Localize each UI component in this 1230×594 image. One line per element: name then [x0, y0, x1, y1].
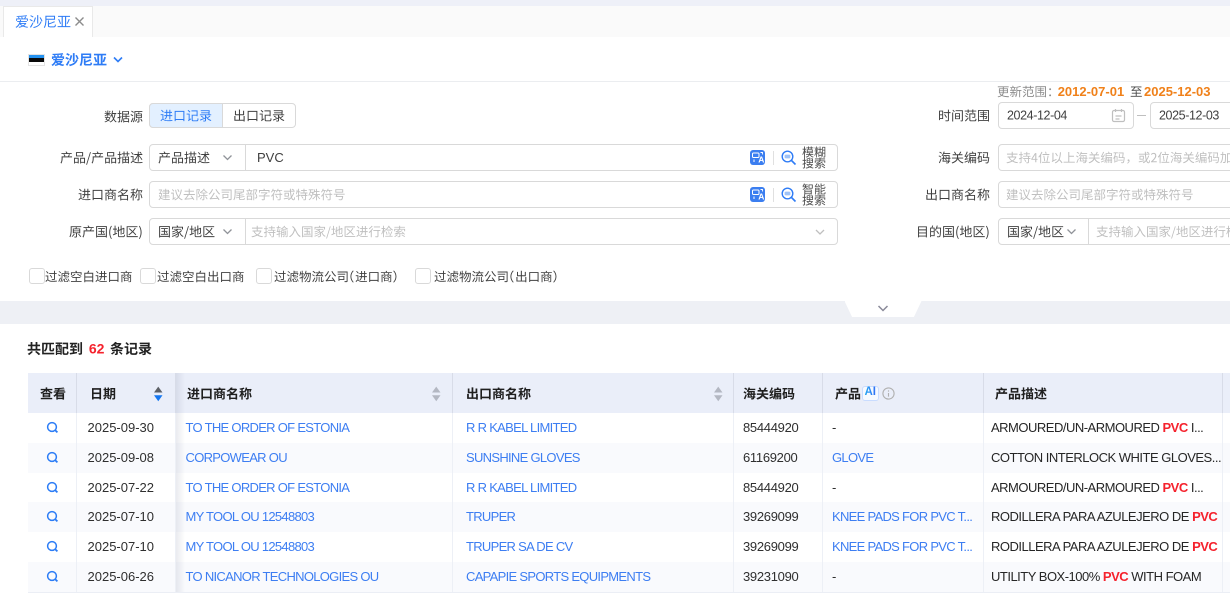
svg-text:A: A — [758, 155, 764, 165]
svg-text:A: A — [758, 192, 764, 202]
